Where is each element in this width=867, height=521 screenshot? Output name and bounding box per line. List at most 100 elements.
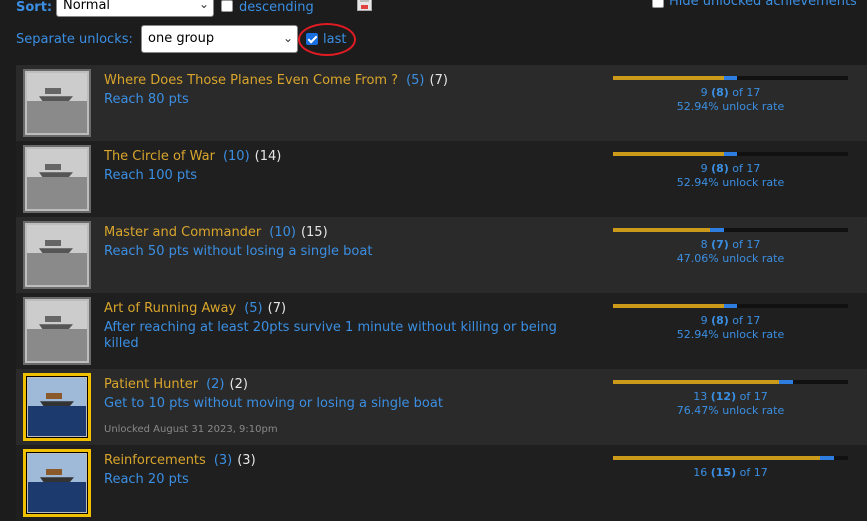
stat-of: of 17 (732, 86, 761, 99)
achievement-description: Get to 10 pts without moving or losing a… (104, 396, 443, 411)
unlock-rate: 47.06% unlock rate (676, 252, 785, 265)
chevron-down-icon: ⌄ (198, 0, 209, 11)
achievement-title-line: Master and Commander (10) (15) (104, 225, 328, 240)
stat-of: of 17 (739, 390, 768, 403)
achievement-count: (7) (267, 301, 287, 316)
achievement-description: Reach 100 pts (104, 168, 197, 183)
unlock-progress-fill-own (613, 76, 724, 80)
achievement-count: (14) (254, 149, 282, 164)
achievement-title[interactable]: Art of Running Away (104, 301, 236, 316)
highlight-circle (298, 23, 356, 56)
ship-icon-cabin (45, 316, 61, 322)
achievement-row: Patient Hunter (2) (2) Get to 10 pts withou… (16, 369, 867, 445)
achievement-title[interactable]: Reinforcements (104, 453, 206, 468)
unlock-progress-fill-own (613, 152, 724, 156)
unlock-progress-bar (613, 380, 848, 384)
achievement-description: Reach 80 pts (104, 92, 189, 107)
unlock-progress-bar (613, 228, 848, 232)
unlock-progress-bar (613, 456, 848, 460)
stat-paren: (12) (710, 390, 737, 403)
ship-icon-cabin (45, 88, 61, 94)
achievement-row: Reinforcements (3) (3) Reach 20 pts 16 (15) … (16, 445, 867, 521)
separate-unlocks-value: one group (148, 31, 215, 46)
stat-main: 16 (693, 466, 708, 479)
achievement-points: (2) (206, 377, 225, 392)
unlocked-date: Unlocked August 31 2023, 9:10pm (104, 424, 278, 435)
icon-sea (27, 253, 87, 285)
sort-select-value: Normal (63, 0, 111, 13)
stat-main: 8 (700, 238, 708, 251)
unlock-stats: 13 (12) of 17 76.47% unlock rate (613, 390, 848, 418)
descending-checkbox[interactable] (221, 0, 233, 12)
sort-label: Sort: (16, 0, 53, 15)
controls-bar: Sort: Normal ⌄ descending Hide unlocked … (0, 0, 867, 62)
achievement-title[interactable]: Patient Hunter (104, 377, 198, 392)
descending-label[interactable]: descending (239, 0, 314, 15)
unlock-stats: 9 (8) of 17 52.94% unlock rate (613, 314, 848, 342)
unlock-rate: 52.94% unlock rate (676, 176, 785, 189)
achievement-count: (7) (429, 73, 448, 88)
achievement-title[interactable]: The Circle of War (104, 149, 215, 164)
achievement-title-line: Patient Hunter (2) (2) (104, 377, 248, 392)
stat-of: of 17 (739, 466, 768, 479)
stat-paren: (8) (711, 162, 729, 175)
stat-of: of 17 (732, 162, 761, 175)
achievement-icon (23, 145, 91, 213)
hide-unlocked-label[interactable]: Hide unlocked achievements (669, 0, 857, 9)
achievement-title-line: Where Does Those Planes Even Come From ?… (104, 73, 448, 88)
separate-unlocks-select[interactable]: one group ⌄ (141, 25, 298, 53)
icon-sea (27, 101, 87, 133)
achievement-points: (10) (222, 149, 250, 164)
save-icon[interactable] (357, 0, 372, 11)
achievement-row: The Circle of War (10) (14) Reach 100 pts 9 … (16, 141, 867, 217)
icon-sea (28, 482, 86, 512)
hide-unlocked-checkbox[interactable] (652, 0, 664, 8)
achievement-points: (3) (213, 453, 233, 468)
ship-icon-cabin (46, 393, 62, 399)
stat-paren: (8) (711, 86, 729, 99)
unlock-progress-fill-own (613, 304, 724, 308)
ship-icon-cabin (45, 164, 61, 170)
achievement-list: Where Does Those Planes Even Come From ?… (16, 65, 867, 521)
achievement-icon (23, 373, 91, 441)
achievement-row: Art of Running Away (5) (7) After reaching … (16, 293, 867, 369)
achievement-title[interactable]: Master and Commander (104, 225, 261, 240)
unlock-progress-fill-own (613, 456, 821, 460)
unlock-stats: 8 (7) of 17 47.06% unlock rate (613, 238, 848, 266)
icon-sea (28, 406, 86, 436)
achievement-row: Master and Commander (10) (15) Reach 50 pts… (16, 217, 867, 293)
achievement-icon (23, 69, 91, 137)
unlock-progress-fill-own (613, 380, 779, 384)
stat-paren: (7) (711, 238, 729, 251)
stat-paren: (8) (711, 314, 729, 327)
stat-main: 9 (700, 314, 708, 327)
unlock-stats: 9 (8) of 17 52.94% unlock rate (613, 86, 848, 114)
sort-select[interactable]: Normal ⌄ (56, 0, 214, 17)
achievement-count: (3) (237, 453, 256, 468)
achievement-row: Where Does Those Planes Even Come From ?… (16, 65, 867, 141)
achievement-icon (23, 449, 91, 517)
unlock-progress-bar (613, 152, 848, 156)
achievement-icon (23, 221, 91, 289)
stat-main: 9 (700, 86, 708, 99)
chevron-down-icon: ⌄ (282, 31, 293, 45)
stat-main: 13 (693, 390, 708, 403)
icon-sea (27, 329, 87, 361)
achievement-description: Reach 50 pts without losing a single boa… (104, 244, 373, 259)
icon-sea (27, 177, 87, 209)
achievement-description: Reach 20 pts (104, 472, 189, 487)
unlock-rate: 52.94% unlock rate (676, 328, 785, 341)
achievement-description: After reaching at least 20pts survive 1 … (104, 320, 557, 351)
achievement-title-line: The Circle of War (10) (14) (104, 149, 281, 164)
achievement-count: (15) (300, 225, 328, 240)
achievement-count: (2) (229, 377, 248, 392)
stat-of: of 17 (732, 238, 761, 251)
unlock-stats: 9 (8) of 17 52.94% unlock rate (613, 162, 848, 190)
stat-of: of 17 (732, 314, 761, 327)
achievement-title[interactable]: Where Does Those Planes Even Come From ? (104, 73, 398, 88)
separate-unlocks-label: Separate unlocks: (16, 32, 133, 47)
achievement-points: (5) (406, 73, 425, 88)
ship-icon-cabin (45, 240, 61, 246)
stat-paren: (15) (710, 466, 737, 479)
unlock-rate: 76.47% unlock rate (676, 404, 785, 417)
